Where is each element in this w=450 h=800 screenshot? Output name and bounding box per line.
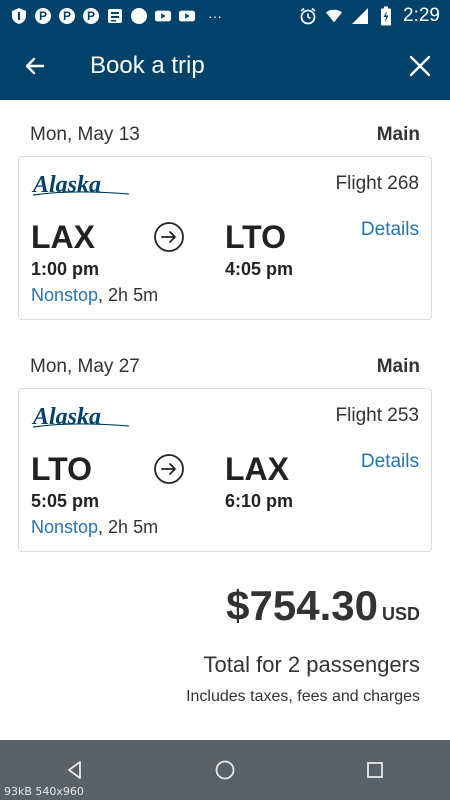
depart-time: 5:05 pm xyxy=(31,491,100,511)
depart-time: 1:00 pm xyxy=(31,259,100,279)
nonstop-link[interactable]: Nonstop xyxy=(31,285,98,305)
leg-date: Mon, May 27 xyxy=(30,356,140,377)
taxes-note: Includes taxes, fees and charges xyxy=(186,688,420,705)
signal-icon xyxy=(351,7,369,25)
back-button[interactable] xyxy=(0,32,70,100)
news-icon xyxy=(106,7,124,25)
close-icon xyxy=(409,55,431,77)
triangle-back-icon xyxy=(68,761,81,779)
alarm-icon xyxy=(299,7,317,25)
close-button[interactable] xyxy=(390,32,450,100)
nonstop-link[interactable]: Nonstop xyxy=(31,517,98,537)
svg-text:P: P xyxy=(87,9,95,23)
svg-text:P: P xyxy=(39,9,47,23)
alaska-logo: Alaska xyxy=(31,172,130,198)
flight-number: Flight 253 xyxy=(335,405,419,426)
clock: 2:29 xyxy=(403,5,440,26)
details-link[interactable]: Details xyxy=(361,219,419,241)
status-bar: P P P ··· 2:29 xyxy=(0,0,450,32)
nav-recents-button[interactable] xyxy=(345,740,405,800)
arrow-left-icon xyxy=(25,57,45,75)
leg-cabin: Main xyxy=(376,356,420,377)
square-recents-icon xyxy=(367,762,383,778)
youtube-icon xyxy=(178,7,196,25)
duration-text: , 2h 5m xyxy=(98,517,159,537)
circle-home-icon xyxy=(215,760,235,780)
alaska-logo: Alaska xyxy=(31,404,130,430)
flight-card-return[interactable]: Alaska Flight 253 LTO LAX Details 5:05 p… xyxy=(18,388,432,552)
flight-duration: Nonstop, 2h 5m xyxy=(31,517,158,538)
leg-header-outbound: Mon, May 13 Main xyxy=(30,124,420,146)
origin-code: LAX xyxy=(31,219,95,255)
flight-number: Flight 268 xyxy=(335,173,419,194)
total-price: $754.30 xyxy=(226,582,378,629)
details-link[interactable]: Details xyxy=(361,451,419,473)
arrow-right-circle-icon xyxy=(154,222,184,252)
leg-cabin: Main xyxy=(376,124,420,145)
arrive-time: 6:10 pm xyxy=(225,491,294,511)
more-icon: ··· xyxy=(208,8,222,24)
app-bar: Book a trip xyxy=(0,32,450,100)
battery-icon xyxy=(377,6,395,26)
flight-duration: Nonstop, 2h 5m xyxy=(31,285,158,306)
nav-home-button[interactable] xyxy=(195,740,255,800)
flight-card-outbound[interactable]: Alaska Flight 268 LAX LTO Details 1:00 p… xyxy=(18,156,432,320)
leg-header-return: Mon, May 27 Main xyxy=(30,356,420,378)
passenger-total: Total for 2 passengers xyxy=(203,652,420,677)
trip-content: Mon, May 13 Main Alaska Flight 268 LAX L… xyxy=(0,100,450,740)
image-info-overlay: 93kB 540x960 xyxy=(4,785,84,798)
svg-text:P: P xyxy=(63,9,71,23)
price-summary: $754.30 USD xyxy=(226,582,420,630)
shield-icon xyxy=(10,7,28,25)
circle-icon xyxy=(130,7,148,25)
destination-code: LTO xyxy=(225,219,287,255)
pinterest-icon: P xyxy=(34,7,52,25)
origin-code: LTO xyxy=(31,451,93,487)
page-title: Book a trip xyxy=(90,52,205,79)
wifi-icon xyxy=(325,7,343,25)
youtube-icon xyxy=(154,7,172,25)
currency-code: USD xyxy=(381,604,420,624)
system-nav-bar: 93kB 540x960 xyxy=(0,740,450,800)
notification-icons: P P P ··· xyxy=(10,7,228,25)
arrow-right-circle-icon xyxy=(154,454,184,484)
arrive-time: 4:05 pm xyxy=(225,259,294,279)
pinterest-icon: P xyxy=(82,7,100,25)
destination-code: LAX xyxy=(225,451,289,487)
duration-text: , 2h 5m xyxy=(98,285,159,305)
pinterest-icon: P xyxy=(58,7,76,25)
leg-date: Mon, May 13 xyxy=(30,124,140,145)
